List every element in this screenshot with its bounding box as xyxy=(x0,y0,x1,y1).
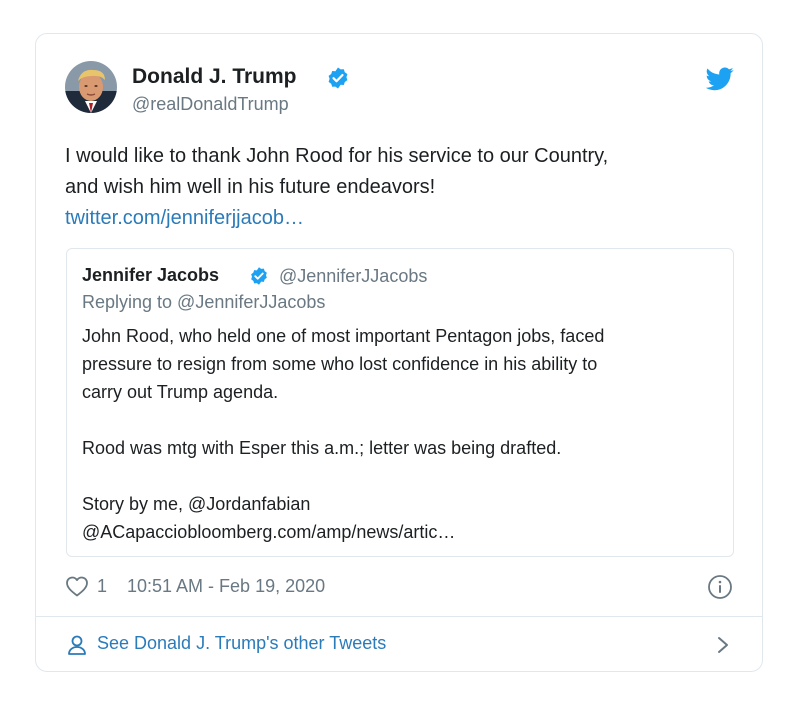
twitter-bird-icon[interactable] xyxy=(706,67,734,91)
info-icon[interactable] xyxy=(707,574,733,600)
heart-icon[interactable] xyxy=(65,575,89,597)
see-other-tweets-label[interactable]: See Donald J. Trump's other Tweets xyxy=(97,633,386,654)
tweet-text-line: and wish him well in his future endeavor… xyxy=(65,176,436,198)
quoted-text-line xyxy=(82,462,722,490)
replying-to: Replying to @JenniferJJacobs xyxy=(82,292,326,312)
quoted-tweet-text: John Rood, who held one of most importan… xyxy=(82,322,722,546)
quoted-tweet[interactable]: Jennifer Jacobs @JenniferJJacobs Replyin… xyxy=(66,248,734,557)
quoted-author-name[interactable]: Jennifer Jacobs xyxy=(82,265,219,286)
quoted-text-line: John Rood, who held one of most importan… xyxy=(82,326,605,346)
verified-badge-icon xyxy=(328,67,348,89)
chevron-right-icon[interactable] xyxy=(713,634,733,656)
timestamp[interactable]: 10:51 AM - Feb 19, 2020 xyxy=(127,576,325,597)
quoted-text-line xyxy=(82,406,722,434)
quoted-author-handle[interactable]: @JenniferJJacobs xyxy=(279,266,427,287)
author-handle[interactable]: @realDonaldTrump xyxy=(132,94,289,115)
quoted-text-line: @ACapacciobloomberg.com/amp/news/artic… xyxy=(82,522,456,542)
tweet-text: I would like to thank John Rood for his … xyxy=(65,141,735,234)
quoted-text-line: pressure to resign from some who lost co… xyxy=(82,354,598,374)
see-other-tweets-link[interactable]: See Donald J. Trump's other Tweets xyxy=(36,617,762,671)
verified-badge-icon xyxy=(251,267,267,285)
author-name[interactable]: Donald J. Trump xyxy=(132,65,297,89)
quoted-text-line: Rood was mtg with Esper this a.m.; lette… xyxy=(82,438,562,458)
person-icon xyxy=(68,635,86,655)
tweet-link[interactable]: twitter.com/jenniferjjacob… xyxy=(65,203,735,234)
tweet-text-line: I would like to thank John Rood for his … xyxy=(65,145,609,167)
like-count[interactable]: 1 xyxy=(97,576,107,597)
tweet-card: Donald J. Trump @realDonaldTrump I would… xyxy=(35,33,763,672)
quoted-text-line: carry out Trump agenda. xyxy=(82,382,279,402)
quoted-text-line: Story by me, @Jordanfabian xyxy=(82,494,311,514)
avatar[interactable] xyxy=(65,61,117,113)
